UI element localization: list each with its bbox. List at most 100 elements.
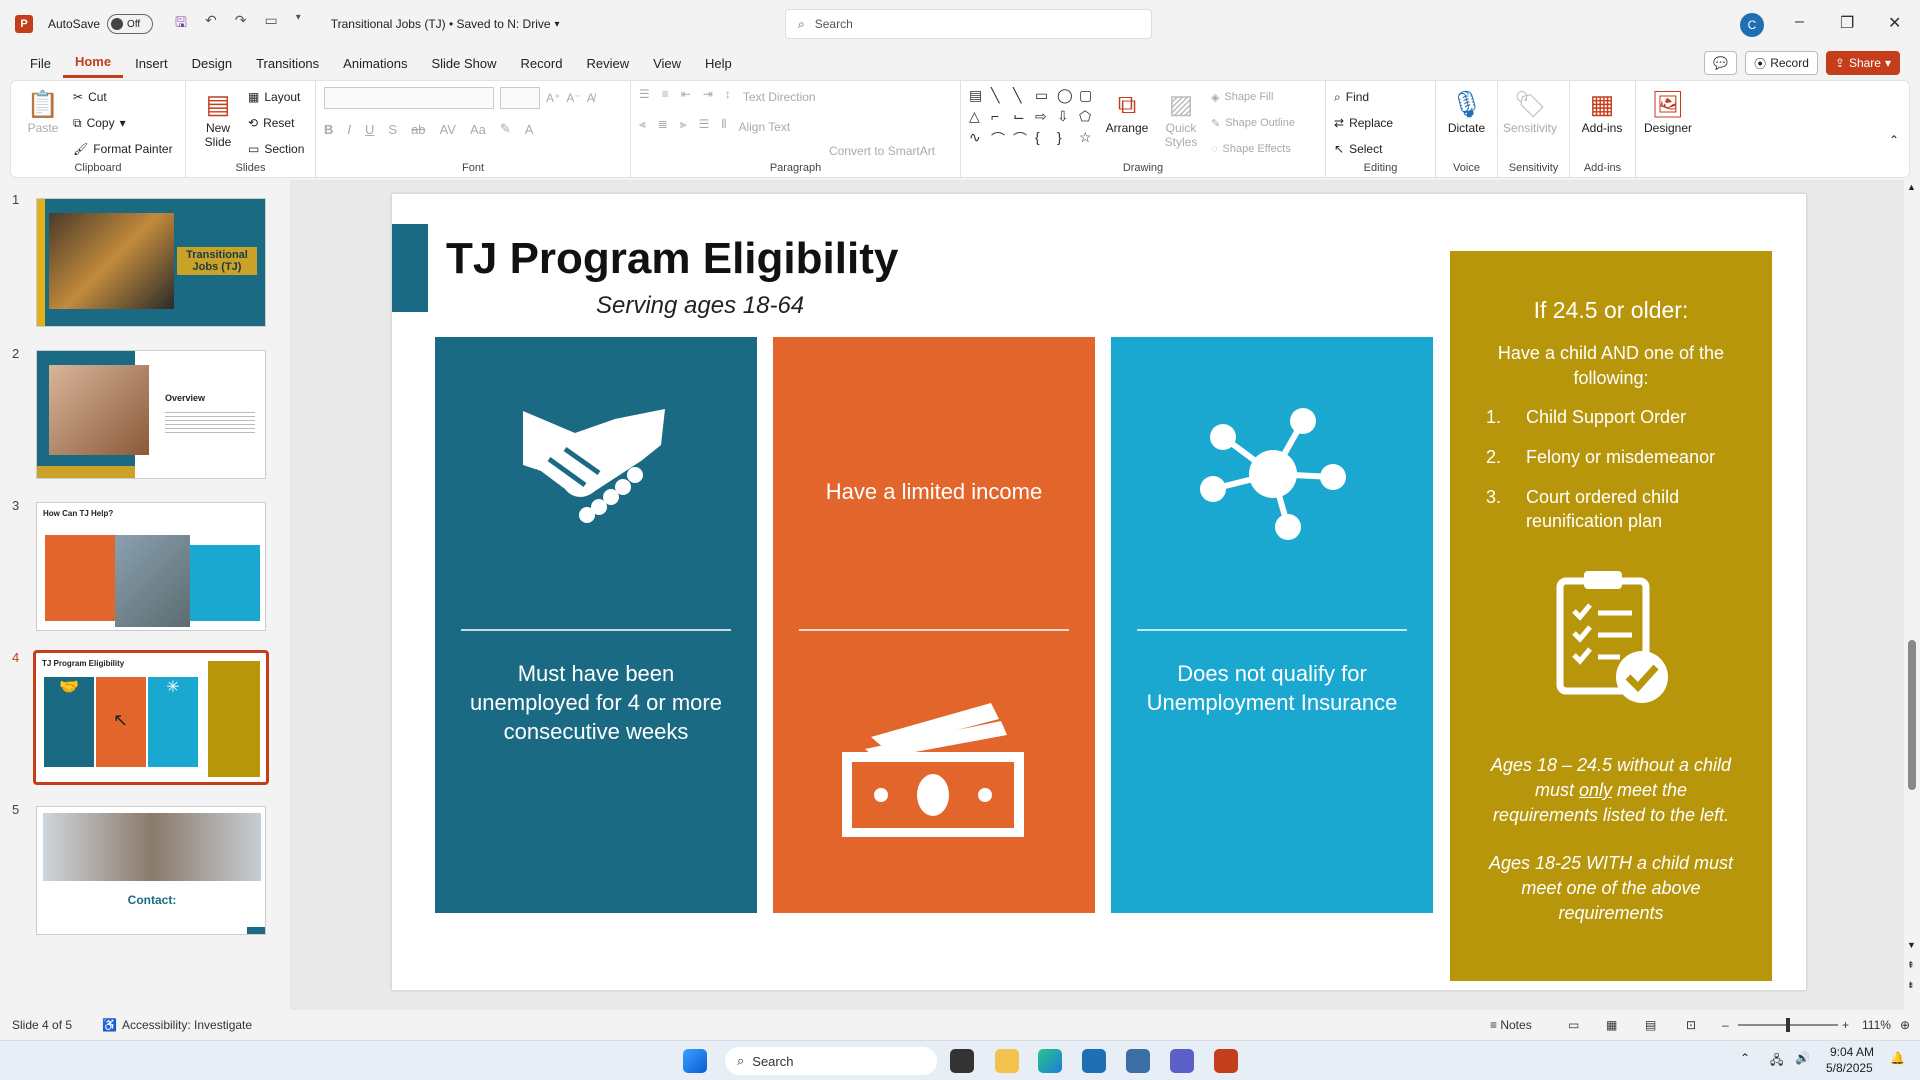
tab-home[interactable]: Home — [62, 48, 124, 78]
increase-indent-icon[interactable]: ⇥ — [703, 87, 713, 107]
slide-sorter-icon[interactable]: ▦ — [1606, 1018, 1617, 1032]
align-text-button[interactable]: Align Text — [738, 117, 790, 137]
oval-shape-icon[interactable]: ◯ — [1057, 87, 1075, 104]
addins-button[interactable]: ▦ Add-ins — [1578, 87, 1626, 159]
zoom-level[interactable]: 111% — [1862, 1018, 1891, 1032]
italic-icon[interactable]: I — [347, 122, 351, 137]
bullets-icon[interactable]: ☰ — [639, 87, 650, 107]
connector-shape-icon[interactable]: ⌐ — [991, 108, 1009, 125]
clock-time[interactable]: 9:04 AM — [1830, 1045, 1874, 1059]
chevron-down-icon[interactable]: ▾ — [555, 19, 560, 30]
unemployed-panel[interactable]: Must have been unemployed for 4 or more … — [435, 337, 757, 913]
quick-styles-button[interactable]: ▨ Quick Styles — [1157, 87, 1205, 159]
dictate-button[interactable]: 🎙 Dictate — [1444, 87, 1489, 159]
arc-shape-icon[interactable]: ⌒ — [991, 129, 1009, 149]
slide-thumbnail-1[interactable]: Transitional Jobs (TJ) — [36, 198, 266, 327]
fit-slide-icon[interactable]: ⊕ — [1900, 1018, 1910, 1032]
zoom-slider[interactable] — [1738, 1018, 1838, 1032]
decrease-font-icon[interactable]: A⁻ — [566, 91, 580, 105]
shape-fill-button[interactable]: ◈ Shape Fill — [1211, 87, 1295, 107]
strikethrough-icon[interactable]: ab — [411, 122, 425, 137]
elbow-shape-icon[interactable]: ⌙ — [1013, 108, 1031, 125]
rounded-rect-shape-icon[interactable]: ▢ — [1079, 87, 1097, 104]
columns-icon[interactable]: ⫴ — [721, 117, 726, 137]
shapes-gallery[interactable]: ▤ ╲ ╲ ▭ ◯ ▢ △ ⌐ ⌙ ⇨ ⇩ ⬠ ∿ ⌒ ⌒{} ☆ — [969, 87, 1097, 159]
font-size-select[interactable] — [500, 87, 540, 109]
zoom-in-icon[interactable]: + — [1842, 1018, 1849, 1032]
bend-shape-icon[interactable]: ⌒ — [1013, 129, 1031, 149]
tab-slide-show[interactable]: Slide Show — [419, 48, 508, 78]
slide-4[interactable]: TJ Program Eligibility Serving ages 18-6… — [392, 194, 1806, 990]
sensitivity-button[interactable]: 🏷 Sensitivity — [1503, 87, 1557, 159]
bold-icon[interactable]: B — [324, 122, 333, 137]
next-slide-icon[interactable]: ⇟ — [1907, 980, 1915, 991]
normal-view-icon[interactable]: ▭ — [1568, 1018, 1579, 1032]
task-view-icon[interactable] — [950, 1049, 974, 1073]
show-hidden-icons-icon[interactable]: ⌃ — [1740, 1051, 1750, 1065]
close-icon[interactable]: ✕ — [1888, 13, 1901, 33]
store-icon[interactable] — [1082, 1049, 1106, 1073]
format-painter-button[interactable]: 🖌 Format Painter — [73, 139, 173, 159]
age-requirements-panel[interactable]: If 24.5 or older: Have a child AND one o… — [1450, 251, 1772, 981]
notifications-icon[interactable]: 🔔 — [1890, 1051, 1905, 1065]
decrease-indent-icon[interactable]: ⇤ — [681, 87, 691, 107]
cut-button[interactable]: ✂ Cut — [73, 87, 173, 107]
line-shape-icon[interactable]: ╲ — [991, 87, 1009, 104]
select-button[interactable]: ↖ Select — [1334, 139, 1393, 159]
slide-scrollbar[interactable]: ▲ ▼ ⇞ ⇟ — [1904, 180, 1920, 1010]
tab-file[interactable]: File — [18, 48, 63, 78]
scroll-down-icon[interactable]: ▼ — [1907, 940, 1916, 950]
line-shape-icon-2[interactable]: ╲ — [1013, 87, 1031, 104]
zoom-slider-thumb[interactable] — [1786, 1018, 1790, 1032]
previous-slide-icon[interactable]: ⇞ — [1907, 960, 1915, 971]
shape-outline-button[interactable]: ✎ Shape Outline — [1211, 113, 1295, 133]
windows-start-icon[interactable] — [683, 1049, 707, 1073]
tab-review[interactable]: Review — [574, 48, 641, 78]
font-color-icon[interactable]: A — [525, 122, 534, 137]
flowchart-shape-icon[interactable]: ⬠ — [1079, 108, 1097, 125]
numbering-icon[interactable]: ≡ — [662, 87, 669, 107]
comments-button[interactable]: 💬 — [1704, 51, 1738, 75]
accessibility-status[interactable]: Accessibility: Investigate — [122, 1018, 252, 1032]
avatar[interactable]: C — [1740, 13, 1764, 37]
share-button[interactable]: ⇪ Share ▾ — [1825, 51, 1900, 75]
line-spacing-icon[interactable]: ↕ — [725, 87, 731, 107]
align-center-icon[interactable]: ≣ — [658, 117, 668, 137]
align-right-icon[interactable]: ⫸ — [680, 117, 687, 137]
curve-shape-icon[interactable]: ∿ — [969, 129, 987, 149]
align-left-icon[interactable]: ⫷ — [639, 117, 646, 137]
convert-smartart-button[interactable]: Convert to SmartArt — [829, 143, 952, 159]
textbox-shape-icon[interactable]: ▤ — [969, 87, 987, 104]
restore-icon[interactable]: ❐ — [1840, 13, 1854, 33]
volume-icon[interactable]: 🔊 — [1795, 1051, 1810, 1065]
autosave-toggle[interactable]: Off — [107, 14, 154, 34]
notes-button[interactable]: ≡ Notes — [1490, 1018, 1532, 1032]
paste-button[interactable]: 📋 Paste — [19, 87, 67, 159]
scroll-up-icon[interactable]: ▲ — [1907, 182, 1916, 192]
new-slide-button[interactable]: ▤ New Slide — [194, 87, 242, 159]
teams-icon[interactable] — [1170, 1049, 1194, 1073]
rectangle-shape-icon[interactable]: ▭ — [1035, 87, 1053, 104]
save-icon[interactable]: 🖫 — [175, 12, 187, 36]
find-button[interactable]: ⌕ Find — [1334, 87, 1393, 107]
highlight-icon[interactable]: ✎ — [500, 121, 511, 137]
text-direction-button[interactable]: Text Direction — [743, 87, 816, 107]
powerpoint-taskbar-icon[interactable] — [1214, 1049, 1238, 1073]
present-icon[interactable]: ▭ — [264, 12, 277, 36]
scroll-thumb[interactable] — [1908, 640, 1916, 790]
slide-title[interactable]: TJ Program Eligibility — [446, 234, 898, 284]
search-box[interactable]: ⌕ Search — [785, 9, 1152, 39]
slide-thumbnail-5[interactable]: Contact: — [36, 806, 266, 935]
font-name-select[interactable] — [324, 87, 494, 109]
shape-effects-button[interactable]: ◌ Shape Effects — [1211, 139, 1295, 159]
zoom-out-icon[interactable]: – — [1722, 1018, 1729, 1032]
taskbar-search[interactable]: ⌕ Search — [725, 1047, 937, 1075]
section-button[interactable]: ▭ Section — [248, 139, 304, 159]
slide-thumbnail-2[interactable]: Overview — [36, 350, 266, 479]
star-shape-icon[interactable]: ☆ — [1079, 129, 1097, 149]
arrow-down-shape-icon[interactable]: ⇩ — [1057, 108, 1075, 125]
customize-qat-icon[interactable]: ▾ — [296, 12, 301, 36]
tab-design[interactable]: Design — [180, 48, 244, 78]
tab-view[interactable]: View — [641, 48, 693, 78]
designer-button[interactable]: 🖼 Designer — [1644, 87, 1692, 159]
